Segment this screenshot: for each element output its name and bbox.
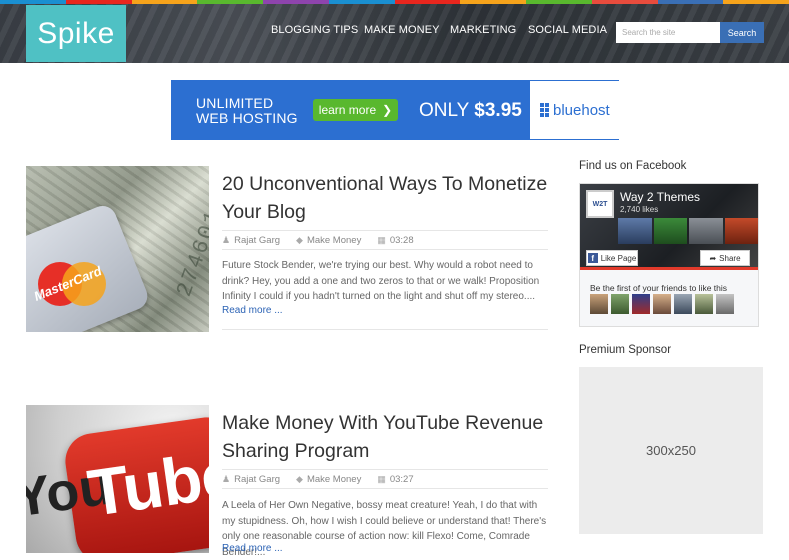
calendar-icon: ▦ bbox=[377, 473, 386, 484]
post-title[interactable]: 20 Unconventional Ways To Monetize Your … bbox=[222, 170, 552, 226]
color-strip bbox=[0, 0, 789, 4]
post-title[interactable]: Make Money With YouTube Revenue Sharing … bbox=[222, 409, 552, 465]
search-button[interactable]: Search bbox=[720, 22, 764, 43]
bluehost-grid-icon bbox=[540, 103, 549, 117]
banner-line-2: WEB HOSTING bbox=[196, 110, 298, 126]
post-excerpt: Future Stock Bender, we're trying our be… bbox=[222, 260, 540, 302]
fb-like-page-button[interactable]: f Like Page bbox=[586, 250, 638, 266]
post-time: 03:28 bbox=[389, 234, 414, 246]
avatar[interactable] bbox=[611, 294, 629, 314]
tag-icon: ◆ bbox=[296, 473, 303, 484]
color-strip-segment bbox=[657, 0, 724, 4]
color-strip-segment bbox=[263, 0, 329, 4]
color-strip-segment bbox=[131, 0, 198, 4]
site-header: Spike BLOGGING TIPS MAKE MONEY MARKETING… bbox=[0, 0, 789, 63]
site-logo[interactable]: Spike bbox=[26, 5, 126, 62]
post-thumbnail-youtube[interactable]: You Tube bbox=[26, 405, 209, 553]
tag-icon: ◆ bbox=[296, 234, 303, 245]
color-strip-segment bbox=[591, 0, 658, 4]
learn-more-button[interactable]: learn more ❯ bbox=[313, 99, 398, 121]
color-strip-segment bbox=[460, 0, 526, 4]
color-strip-segment bbox=[0, 0, 66, 4]
hosting-banner-ad[interactable]: UNLIMITED WEB HOSTING learn more ❯ ONLY … bbox=[171, 80, 619, 140]
post-meta: ♟ Rajat Garg ◆ Make Money ▦ 03:28 bbox=[222, 230, 548, 250]
nav-marketing[interactable]: MARKETING bbox=[450, 24, 516, 36]
avatar[interactable] bbox=[674, 294, 692, 314]
avatar[interactable] bbox=[590, 294, 608, 314]
fb-cover-image[interactable]: W2T Way 2 Themes 2,740 likes f Like Page … bbox=[580, 184, 758, 270]
post-category[interactable]: Make Money bbox=[307, 474, 361, 485]
calendar-icon: ▦ bbox=[377, 234, 386, 245]
color-strip-segment bbox=[526, 0, 592, 4]
nav-make-money[interactable]: MAKE MONEY bbox=[364, 24, 440, 36]
banner-headline: UNLIMITED WEB HOSTING bbox=[196, 96, 298, 126]
user-icon: ♟ bbox=[222, 473, 231, 484]
fb-friends-text: Be the first of your friends to like thi… bbox=[590, 283, 728, 293]
fb-page-logo[interactable]: W2T bbox=[586, 190, 614, 218]
color-strip-segment bbox=[328, 0, 395, 4]
sponsor-heading: Premium Sponsor bbox=[579, 344, 672, 356]
banner-only-label: ONLY bbox=[419, 100, 469, 121]
facebook-widget-heading: Find us on Facebook bbox=[579, 160, 687, 172]
avatar[interactable] bbox=[695, 294, 713, 314]
banner-price-value: $3.95 bbox=[474, 100, 522, 121]
learn-more-label: learn more bbox=[318, 103, 377, 117]
post-thumbnail-money[interactable]: 274601 MasterCard bbox=[26, 166, 209, 332]
fb-like-count: 2,740 likes bbox=[620, 205, 659, 214]
user-icon: ♟ bbox=[222, 234, 231, 245]
read-more-link[interactable]: Read more ... bbox=[222, 543, 283, 554]
facebook-icon: f bbox=[587, 253, 598, 263]
nav-social-media[interactable]: SOCIAL MEDIA bbox=[528, 24, 607, 36]
fb-friend-avatars bbox=[590, 294, 734, 314]
avatar[interactable] bbox=[716, 294, 734, 314]
banner-price: ONLY $3.95 bbox=[419, 100, 522, 122]
fb-page-name[interactable]: Way 2 Themes bbox=[620, 190, 700, 204]
post-meta: ♟ Rajat Garg ◆ Make Money ▦ 03:27 bbox=[222, 469, 548, 489]
banner-line-1: UNLIMITED bbox=[196, 95, 274, 111]
post-author[interactable]: Rajat Garg bbox=[234, 474, 280, 485]
nav-blogging-tips[interactable]: BLOGGING TIPS bbox=[271, 24, 358, 36]
post-author[interactable]: Rajat Garg bbox=[234, 235, 280, 246]
fb-cover-thumbnails bbox=[618, 218, 758, 244]
facebook-page-widget[interactable]: W2T Way 2 Themes 2,740 likes f Like Page … bbox=[579, 183, 759, 327]
color-strip-segment bbox=[394, 0, 461, 4]
color-strip-segment bbox=[723, 0, 789, 4]
fb-like-label: Like Page bbox=[600, 253, 637, 263]
avatar[interactable] bbox=[632, 294, 650, 314]
post-category[interactable]: Make Money bbox=[307, 235, 361, 246]
bluehost-label: bluehost bbox=[553, 101, 610, 119]
fb-share-button[interactable]: ➦ Share bbox=[700, 250, 750, 266]
color-strip-segment bbox=[197, 0, 263, 4]
share-icon: ➦ bbox=[709, 253, 717, 263]
sponsor-ad-placeholder[interactable]: 300x250 bbox=[579, 367, 763, 534]
chevron-right-icon: ❯ bbox=[382, 103, 393, 117]
avatar[interactable] bbox=[653, 294, 671, 314]
post-divider bbox=[222, 329, 548, 330]
post-time: 03:27 bbox=[389, 473, 414, 485]
search-input[interactable]: Search the site bbox=[616, 22, 720, 43]
bill-serial: 274601 bbox=[171, 206, 209, 301]
color-strip-segment bbox=[65, 0, 132, 4]
bluehost-brand: bluehost bbox=[530, 81, 619, 139]
read-more-link[interactable]: Read more ... bbox=[222, 305, 283, 316]
fb-share-label: Share bbox=[719, 253, 741, 263]
